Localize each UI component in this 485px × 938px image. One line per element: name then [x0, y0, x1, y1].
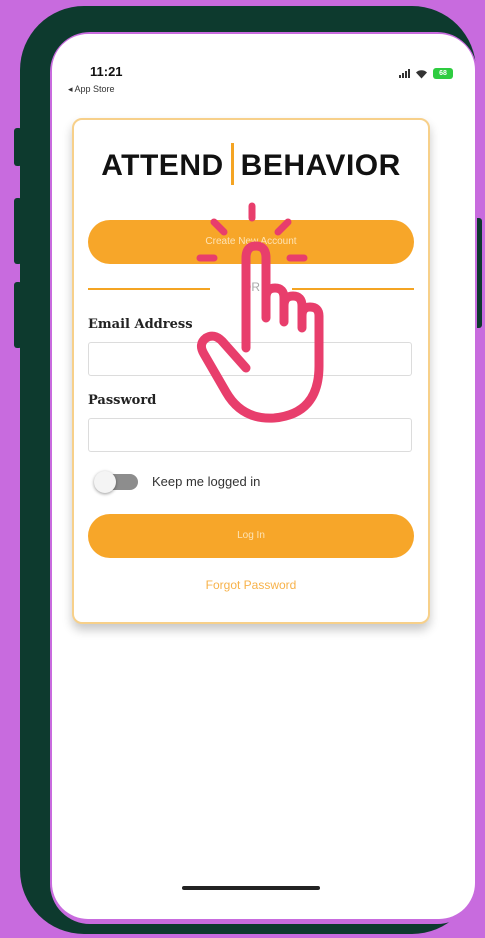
- status-time: 11:21: [90, 64, 123, 79]
- email-label: Email Address: [88, 317, 193, 332]
- phone-bezel: 11:21 ◂ App Store 68 ATTEND BEHAVIOR Crea…: [50, 32, 477, 924]
- logo-separator: [230, 143, 234, 185]
- tap-hand-icon: [196, 202, 324, 423]
- back-to-app-store-link[interactable]: ◂ App Store: [68, 84, 115, 95]
- home-indicator: [182, 886, 320, 890]
- battery-icon: 68: [433, 68, 453, 79]
- app-screen: 11:21 ◂ App Store 68 ATTEND BEHAVIOR Crea…: [52, 34, 475, 919]
- password-label: Password: [88, 393, 157, 408]
- keep-logged-in-toggle[interactable]: [94, 471, 138, 493]
- status-icons: 68: [399, 68, 453, 79]
- wifi-icon: [416, 69, 427, 78]
- logo-word-behavior: BEHAVIOR: [240, 148, 401, 182]
- forgot-password-link[interactable]: Forgot Password: [74, 578, 428, 592]
- toggle-knob: [94, 471, 116, 493]
- login-button[interactable]: Log In: [88, 514, 414, 558]
- logo-word-attend: ATTEND: [101, 148, 224, 182]
- phone-frame: 11:21 ◂ App Store 68 ATTEND BEHAVIOR Crea…: [20, 6, 477, 934]
- app-logo: ATTEND BEHAVIOR: [74, 143, 428, 188]
- signal-icon: [399, 69, 410, 78]
- keep-logged-in-label: Keep me logged in: [152, 474, 261, 489]
